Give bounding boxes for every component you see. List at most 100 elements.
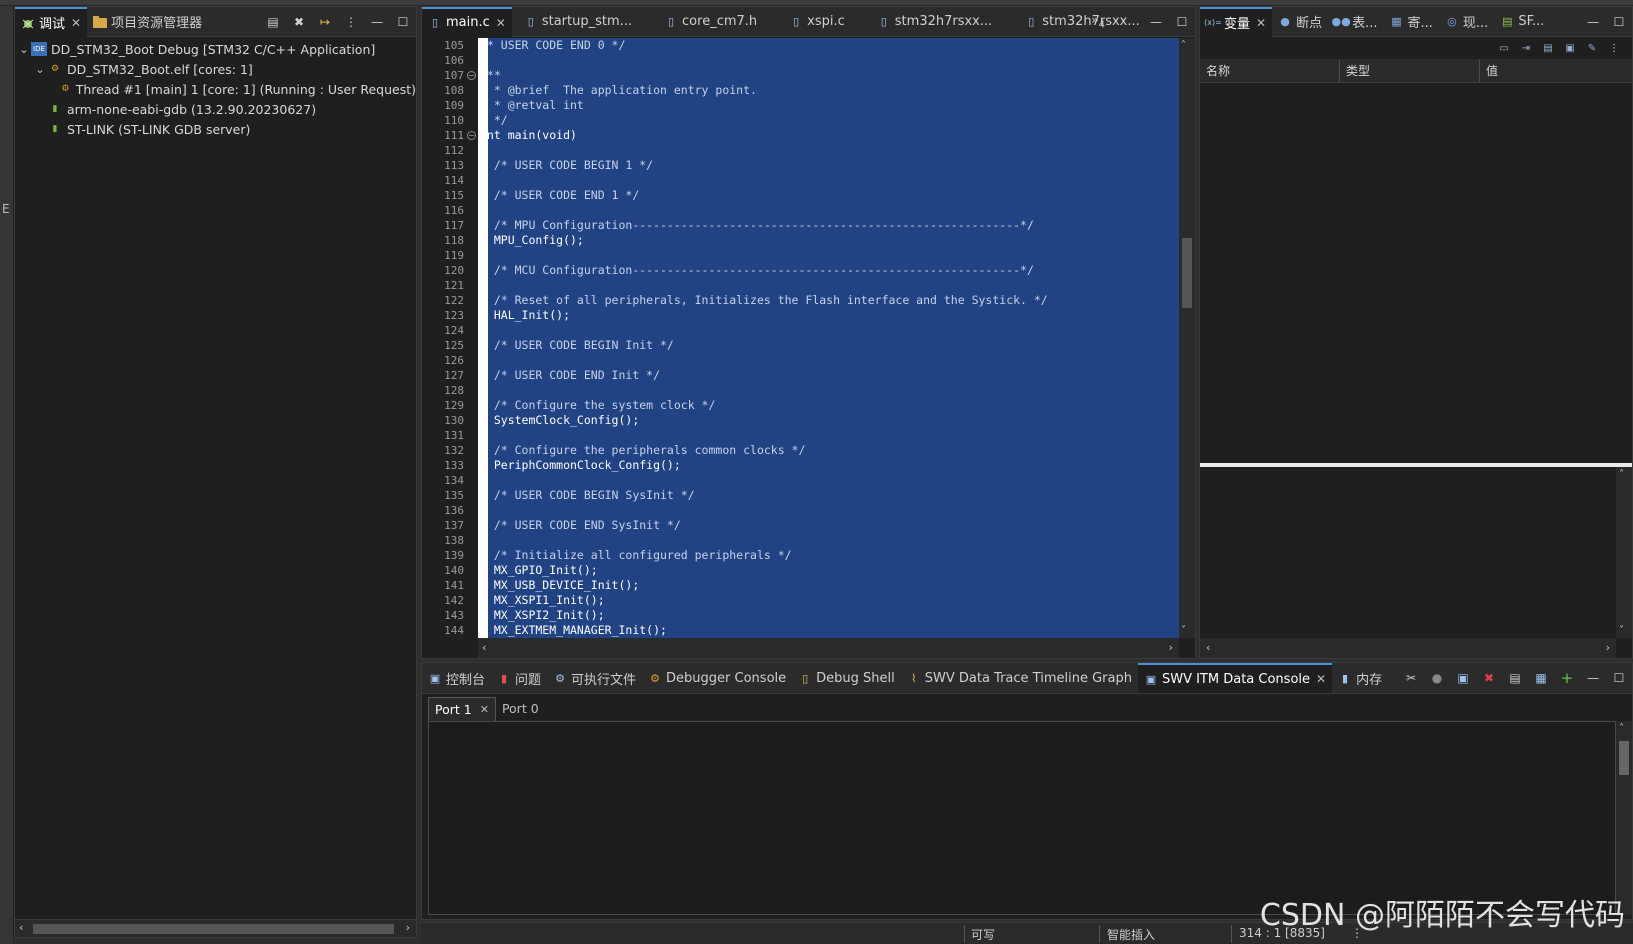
tab-core-cm7[interactable]: ▯ core_cm7.h (658, 7, 763, 37)
remove-global-variables-icon[interactable]: ✎ (1584, 41, 1600, 55)
code-line[interactable] (478, 428, 1195, 443)
scroll-left-icon[interactable]: ‹ (482, 641, 486, 654)
tab-xspi[interactable]: ▯ xspi.c (783, 7, 851, 37)
horizontal-scrollbar[interactable]: ‹ › (1200, 638, 1616, 658)
editor-body[interactable]: 105 106 107 108 109 110 111 112 113 114 115 116 117 1… (422, 38, 1195, 638)
collapse-all-icon[interactable]: ▤ (1540, 41, 1556, 55)
tab-debug[interactable]: 调试 ✕ (15, 7, 88, 37)
code-line[interactable]: /* Configure the system clock */ (478, 398, 1195, 413)
code-line[interactable] (478, 533, 1195, 548)
code-line[interactable]: /* Configure the peripherals common cloc… (478, 443, 1195, 458)
code-line[interactable]: HAL_Init(); (478, 308, 1195, 323)
close-icon[interactable]: ✕ (71, 16, 81, 30)
add-port-icon[interactable]: + (1558, 669, 1576, 687)
tab-stm32h7rsxx-1[interactable]: ▯ stm32h7rsxx... (871, 7, 999, 37)
tab-startup[interactable]: ▯ startup_stm... (518, 7, 638, 37)
tab-swv-timeline-graph[interactable]: ⌇ SWV Data Trace Timeline Graph (901, 663, 1138, 693)
code-line[interactable] (478, 173, 1195, 188)
scroll-right-icon[interactable]: › (406, 921, 410, 934)
code-line[interactable]: /* USER CODE END 1 */ (478, 188, 1195, 203)
start-trace-icon[interactable]: ● (1428, 669, 1446, 687)
code-line[interactable] (478, 473, 1195, 488)
tab-memory[interactable]: ▮ 内存 (1332, 663, 1388, 693)
fold-collapse-icon[interactable]: − (467, 131, 476, 140)
status-insert-mode[interactable]: 智能插入 (1107, 926, 1155, 943)
code-line[interactable]: * @retval int (478, 98, 1195, 113)
code-line[interactable]: /* USER CODE END SysInit */ (478, 518, 1195, 533)
tab-swv-itm-console[interactable]: ▣ SWV ITM Data Console ✕ (1137, 663, 1333, 693)
add-global-variables-icon[interactable]: ▣ (1562, 41, 1578, 55)
tree-item-launch[interactable]: ⌄ IDE DD_STM32_Boot Debug [STM32 C/C++ A… (15, 39, 416, 59)
tab-port-1[interactable]: Port 1 ✕ (428, 697, 496, 721)
code-line[interactable] (478, 503, 1195, 518)
code-line[interactable]: /* Reset of all peripherals, Initializes… (478, 293, 1195, 308)
tab-debug-shell[interactable]: ▯ Debug Shell (792, 663, 901, 693)
tree-item-gdb-server[interactable]: ▮ ST-LINK (ST-LINK GDB server) (15, 119, 416, 139)
clear-icon[interactable]: ✖ (1480, 669, 1498, 687)
scrollbar-thumb[interactable] (1182, 238, 1192, 308)
scroll-up-icon[interactable]: ˄ (1619, 469, 1624, 480)
column-type[interactable]: 类型 (1340, 59, 1480, 83)
variable-detail-pane[interactable]: ˄ ˅ ‹ › (1200, 467, 1632, 658)
code-line[interactable] (478, 353, 1195, 368)
horizontal-scrollbar[interactable]: ‹ › (15, 919, 416, 937)
tab-project-explorer[interactable]: 项目资源管理器 (87, 7, 208, 37)
tab-variables[interactable]: (x)= 变量 ✕ (1200, 7, 1273, 37)
view-menu-icon[interactable]: ⋮ (342, 13, 360, 31)
maximize-icon[interactable]: ☐ (1173, 13, 1191, 31)
close-icon[interactable]: ✕ (1256, 16, 1266, 30)
tab-console[interactable]: ▣ 控制台 (422, 663, 491, 693)
scroll-left-icon[interactable]: ‹ (1206, 641, 1210, 654)
code-line[interactable]: /* USER CODE END Init */ (478, 368, 1195, 383)
code-line[interactable] (478, 248, 1195, 263)
view-menu-icon[interactable]: ⋮ (1606, 41, 1622, 55)
minimize-icon[interactable]: — (1147, 13, 1165, 31)
scroll-right-icon[interactable]: › (1606, 641, 1610, 654)
save-icon[interactable]: ▣ (1454, 669, 1472, 687)
vertical-scrollbar[interactable]: ˄ ˅ (1179, 38, 1195, 638)
scroll-down-icon[interactable]: ˅ (1181, 625, 1186, 636)
code-line[interactable]: int main(void) (478, 128, 1195, 143)
scrollbar-thumb[interactable] (1619, 741, 1629, 775)
code-line[interactable]: MX_GPIO_Init(); (478, 563, 1195, 578)
tab-port-0[interactable]: Port 0 (496, 697, 545, 721)
show-logical-structure-icon[interactable]: ⇥ (1518, 41, 1534, 55)
column-value[interactable]: 值 (1480, 59, 1632, 83)
tree-item-elf[interactable]: ⌄ ⚙ DD_STM32_Boot.elf [cores: 1] (15, 59, 416, 79)
code-line[interactable] (478, 323, 1195, 338)
code-line[interactable] (478, 53, 1195, 68)
code-line[interactable]: PeriphCommonClock_Config(); (478, 458, 1195, 473)
tab-registers[interactable]: ▦ 寄... (1384, 7, 1439, 37)
tree-item-gdb[interactable]: ▮ arm-none-eabi-gdb (13.2.90.20230627) (15, 99, 416, 119)
code-line[interactable]: { (478, 143, 1195, 158)
code-line[interactable]: /* MPU Configuration--------------------… (478, 218, 1195, 233)
scroll-up-icon[interactable]: ˄ (1181, 40, 1186, 51)
code-line[interactable]: MPU_Config(); (478, 233, 1195, 248)
scrollbar-thumb[interactable] (33, 924, 394, 934)
tree-item-thread[interactable]: ⚙ Thread #1 [main] 1 [core: 1] (Running … (15, 79, 416, 99)
step-into-icon[interactable]: ↦ (316, 13, 334, 31)
code-line[interactable]: */ (478, 113, 1195, 128)
code-line[interactable]: /* Initialize all configured peripherals… (478, 548, 1195, 563)
tab-live-expressions[interactable]: ◎ 现... (1439, 7, 1494, 37)
tab-main-c[interactable]: ▯ main.c ✕ (422, 7, 512, 37)
code-line[interactable]: /* MCU Configuration--------------------… (478, 263, 1195, 278)
export-icon[interactable]: ▤ (1506, 669, 1524, 687)
itm-output-area[interactable] (428, 721, 1616, 915)
chevron-down-icon[interactable]: ⌄ (33, 63, 47, 76)
tab-breakpoints[interactable]: ● 断点 (1272, 7, 1328, 37)
code-line[interactable]: MX_XSPI2_Init(); (478, 608, 1195, 623)
scroll-up-icon[interactable]: ˄ (1619, 723, 1624, 734)
close-icon[interactable]: ✕ (496, 16, 506, 30)
variables-table[interactable] (1200, 83, 1632, 463)
tab-debugger-console[interactable]: ⚙ Debugger Console (642, 663, 792, 693)
maximize-icon[interactable]: ☐ (1610, 669, 1628, 687)
tab-sfr[interactable]: ▤ SF... (1494, 7, 1550, 37)
chevron-down-icon[interactable]: ⌄ (17, 43, 31, 56)
show-type-names-icon[interactable]: ▭ (1496, 41, 1512, 55)
minimize-icon[interactable]: — (368, 13, 386, 31)
code-line[interactable]: * @brief The application entry point. (478, 83, 1195, 98)
tab-overflow-button[interactable]: »4 (1091, 13, 1105, 30)
fold-collapse-icon[interactable]: − (467, 71, 476, 80)
code-line[interactable]: MX_USB_DEVICE_Init(); (478, 578, 1195, 593)
